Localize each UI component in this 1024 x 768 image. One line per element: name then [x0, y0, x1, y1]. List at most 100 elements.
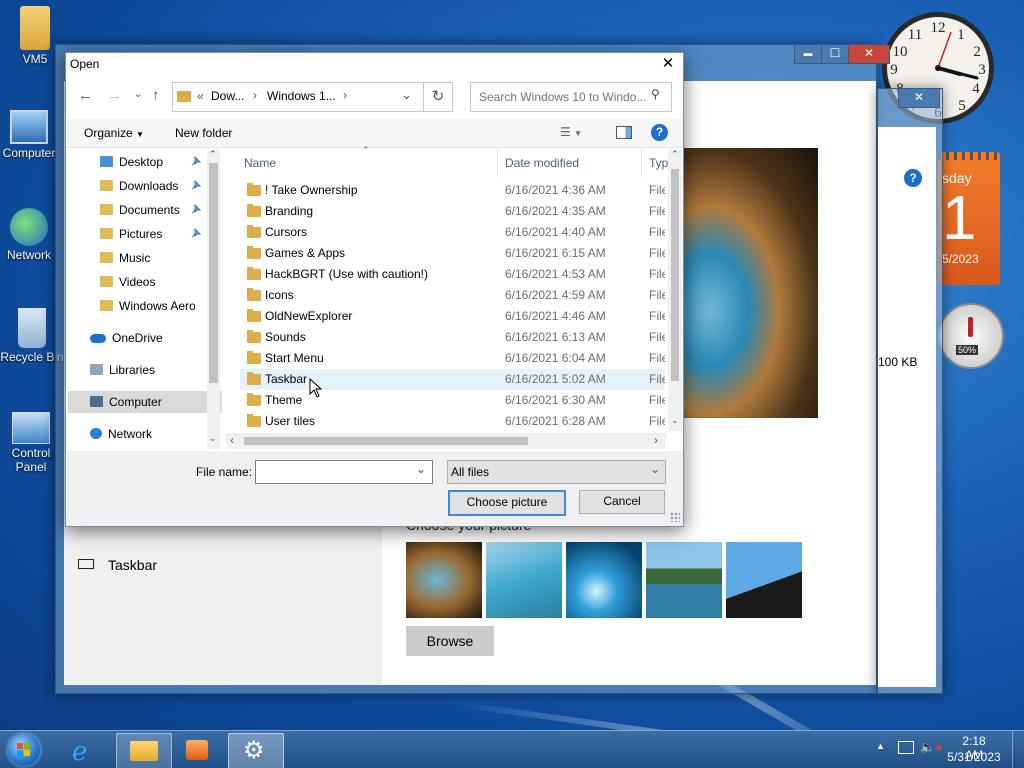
scroll-up-icon[interactable]: ⌃: [209, 149, 217, 160]
nav-item-network[interactable]: Network: [90, 423, 222, 445]
nav-item-music[interactable]: Music: [100, 247, 222, 269]
breadcrumb-segment[interactable]: Dow...: [211, 89, 244, 103]
nav-item-downloads[interactable]: Downloads: [100, 175, 222, 197]
scroll-left-icon[interactable]: ‹: [230, 433, 234, 447]
sidebar-item-taskbar[interactable]: Taskbar: [78, 555, 157, 575]
taskbar-media-player[interactable]: [172, 733, 226, 767]
volume-muted-icon[interactable]: 🔈✖: [920, 740, 943, 754]
cpu-meter-gadget[interactable]: 50%: [938, 303, 1004, 369]
breadcrumb-separator[interactable]: ›: [253, 88, 257, 102]
file-type-filter[interactable]: All files ⌄: [447, 460, 666, 484]
nav-item-windows-aero[interactable]: Windows Aero: [100, 295, 222, 317]
new-folder-button[interactable]: New folder: [175, 126, 232, 140]
picture-thumbnail[interactable]: [646, 542, 722, 618]
breadcrumb-separator[interactable]: ›: [343, 88, 347, 102]
forward-arrow-icon[interactable]: →: [107, 87, 122, 104]
breadcrumb-segment[interactable]: Windows 1...: [267, 89, 336, 103]
scroll-right-icon[interactable]: ›: [654, 433, 658, 447]
dialog-close-button[interactable]: ✕: [654, 53, 682, 75]
file-row[interactable]: User tiles 6/16/2021 6:28 AM File: [240, 411, 665, 432]
nav-item-onedrive[interactable]: OneDrive: [90, 327, 222, 349]
up-arrow-icon[interactable]: ↑: [152, 87, 160, 104]
calendar-gadget[interactable]: sday 1 5/2023: [938, 152, 1000, 285]
picture-thumbnail[interactable]: [406, 542, 482, 618]
file-name-combo[interactable]: ⌄: [255, 460, 433, 484]
close-button[interactable]: ✕: [848, 45, 890, 64]
pin-icon[interactable]: [190, 203, 202, 215]
taskbar-file-explorer[interactable]: [116, 733, 172, 768]
browse-button[interactable]: Browse: [406, 626, 494, 656]
nav-item-pictures[interactable]: Pictures: [100, 223, 222, 245]
picture-thumbnail[interactable]: [486, 542, 562, 618]
minimize-button[interactable]: ▬: [794, 45, 822, 64]
start-button[interactable]: [4, 732, 44, 768]
file-row-hovered[interactable]: Taskbar 6/16/2021 5:02 AM File: [240, 369, 665, 390]
nav-item-videos[interactable]: Videos: [100, 271, 222, 293]
preview-pane-icon[interactable]: [616, 126, 632, 139]
open-file-dialog[interactable]: Open ✕ ← → ⌄ ↑ « Dow... › Windows 1... ›…: [65, 52, 684, 527]
show-hidden-icons-icon[interactable]: ▲: [876, 741, 885, 751]
file-name-input[interactable]: [258, 463, 412, 479]
close-button[interactable]: ✕: [898, 89, 940, 108]
scroll-down-icon[interactable]: ⌄: [671, 415, 679, 426]
help-icon[interactable]: ?: [904, 169, 922, 187]
file-list-vertical-scrollbar[interactable]: ⌃ ⌄: [668, 149, 682, 431]
help-icon[interactable]: ?: [651, 124, 668, 141]
search-input[interactable]: [477, 89, 651, 105]
scroll-down-icon[interactable]: ⌄: [209, 433, 217, 444]
navigation-pane[interactable]: Desktop Downloads Documents Pictures Mus…: [66, 149, 222, 451]
address-bar[interactable]: « Dow... › Windows 1... › ⌄: [172, 82, 424, 112]
refresh-button[interactable]: ↻: [423, 82, 453, 112]
nav-item-desktop[interactable]: Desktop: [100, 151, 222, 173]
choose-picture-button[interactable]: Choose picture: [448, 490, 566, 516]
nav-item-libraries[interactable]: Libraries: [90, 359, 222, 381]
file-row[interactable]: Theme 6/16/2021 6:30 AM File: [240, 390, 665, 411]
clock-date[interactable]: 5/31/2023: [946, 750, 1002, 764]
scrollbar-thumb[interactable]: [671, 169, 679, 381]
breadcrumb-overflow[interactable]: «: [197, 89, 204, 103]
back-arrow-icon[interactable]: ←: [78, 87, 93, 104]
nav-item-documents[interactable]: Documents: [100, 199, 222, 221]
search-box[interactable]: ⚲: [470, 82, 672, 112]
maximize-button[interactable]: ☐: [821, 45, 849, 64]
scroll-up-icon[interactable]: ⌃: [671, 149, 679, 160]
file-row[interactable]: Icons 6/16/2021 4:59 AM File: [240, 285, 665, 306]
picture-thumbnail[interactable]: [726, 542, 802, 618]
column-header-date[interactable]: Date modified: [505, 156, 579, 170]
pin-icon[interactable]: [190, 155, 202, 167]
chevron-down-icon[interactable]: ⌄: [416, 462, 426, 476]
scrollbar-thumb[interactable]: [244, 437, 528, 445]
cpu-meter-value: 50%: [956, 345, 979, 355]
network-tray-icon[interactable]: [898, 741, 914, 754]
column-header-name[interactable]: Name: [244, 156, 276, 170]
file-row[interactable]: Start Menu 6/16/2021 6:04 AM File: [240, 348, 665, 369]
file-row[interactable]: Games & Apps 6/16/2021 6:15 AM File: [240, 243, 665, 264]
file-row[interactable]: Sounds 6/16/2021 6:13 AM File: [240, 327, 665, 348]
pin-icon[interactable]: [190, 227, 202, 239]
taskbar-internet-explorer[interactable]: e: [60, 733, 114, 767]
desktop-icon-network[interactable]: Network: [0, 208, 58, 262]
nav-item-computer[interactable]: Computer: [68, 391, 222, 413]
pin-icon[interactable]: [190, 179, 202, 191]
recent-locations-chevron-icon[interactable]: ⌄: [134, 89, 142, 100]
file-row[interactable]: ! Take Ownership 6/16/2021 4:36 AM File: [240, 180, 665, 201]
background-window-2[interactable]: ✕ ? 100 KB: [877, 88, 943, 694]
scrollbar-thumb[interactable]: [209, 163, 218, 383]
file-row[interactable]: HackBGRT (Use with caution!) 6/16/2021 4:…: [240, 264, 665, 285]
show-desktop-button[interactable]: [1012, 731, 1024, 768]
nav-pane-scrollbar[interactable]: ⌃ ⌄: [207, 149, 220, 449]
desktop-icon-control-panel[interactable]: Control Panel: [0, 412, 62, 474]
address-dropdown-chevron-icon[interactable]: ⌄: [401, 87, 412, 103]
organize-menu[interactable]: Organize ▼: [84, 126, 144, 140]
file-list-horizontal-scrollbar[interactable]: ‹ ›: [226, 433, 666, 449]
column-header-type[interactable]: Typ: [649, 156, 668, 170]
file-row[interactable]: Cursors 6/16/2021 4:40 AM File: [240, 222, 665, 243]
taskbar-settings[interactable]: ⚙: [228, 733, 284, 768]
picture-thumbnail[interactable]: [566, 542, 642, 618]
file-row[interactable]: Branding 6/16/2021 4:35 AM File: [240, 201, 665, 222]
cancel-button[interactable]: Cancel: [579, 490, 665, 514]
view-options-icon[interactable]: ☰ ▼: [560, 125, 582, 139]
desktop-icon-computer[interactable]: Computer: [0, 110, 58, 160]
file-row[interactable]: OldNewExplorer 6/16/2021 4:46 AM File: [240, 306, 665, 327]
resize-grip-icon[interactable]: [670, 512, 680, 522]
